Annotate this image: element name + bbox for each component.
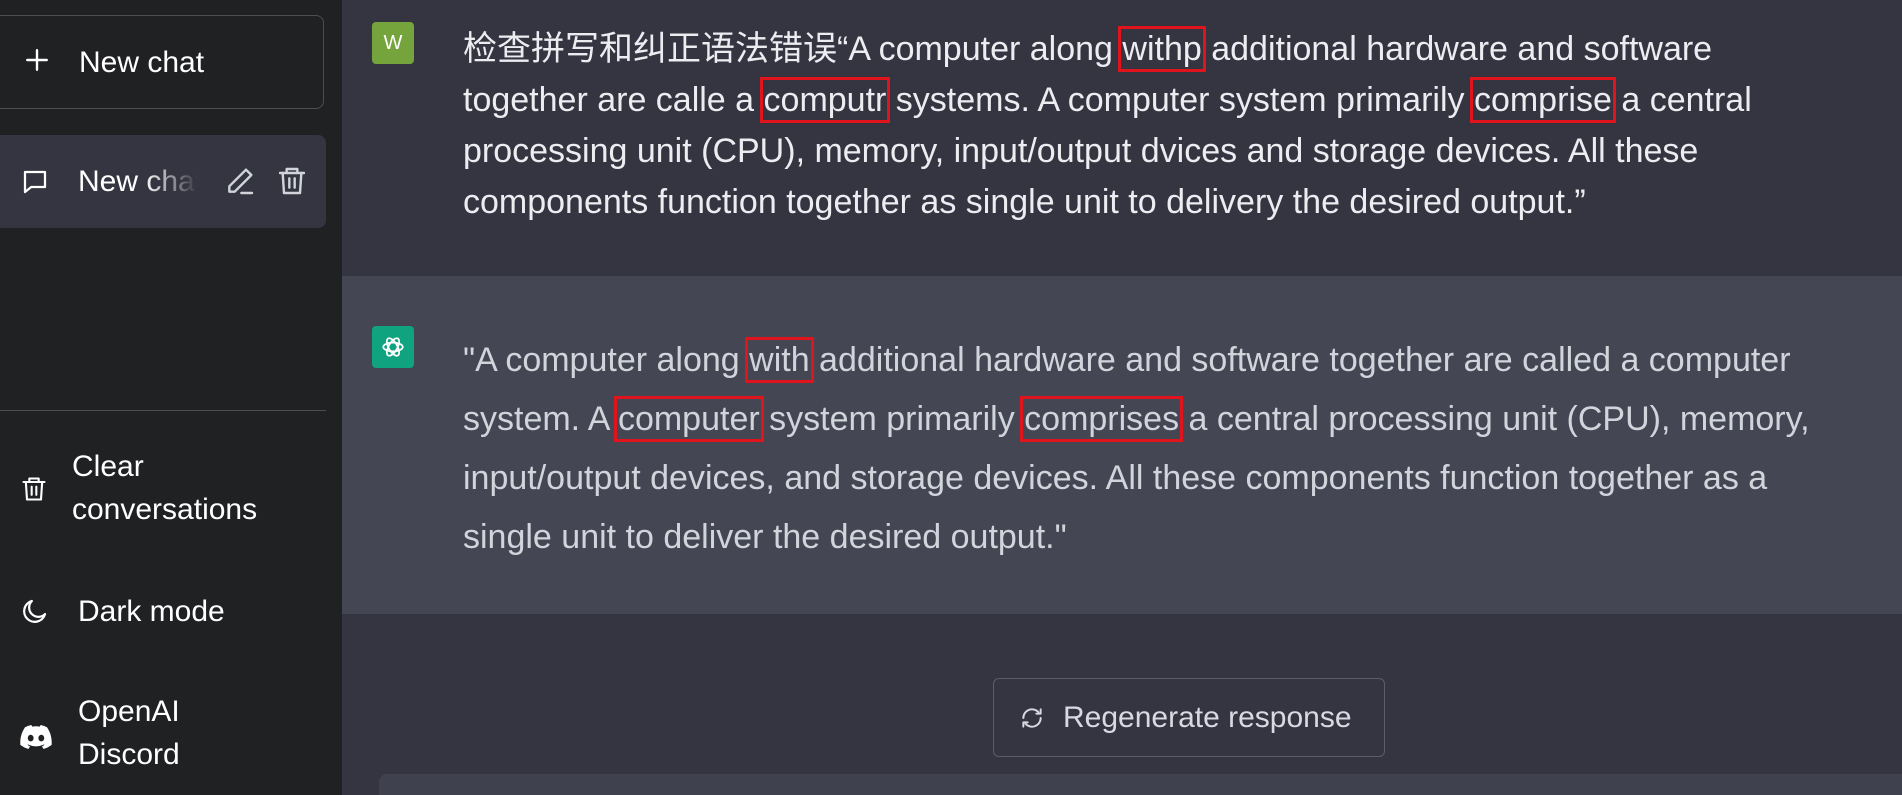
text-line: input/output devices, and storage device…: [463, 459, 1768, 497]
text-line: processing unit (CPU), memory, input/out…: [463, 132, 1699, 170]
user-avatar: W: [372, 22, 414, 64]
user-message-text: 检查拼写和纠正语法错误“A computer along withp addit…: [463, 24, 1752, 228]
new-chat-label: New chat: [79, 46, 205, 79]
message-input[interactable]: [379, 774, 1902, 795]
user-message: W 检查拼写和纠正语法错误“A computer along withp add…: [342, 0, 1902, 276]
refresh-icon: [1022, 708, 1042, 728]
discord-label: OpenAI Discord: [78, 695, 180, 771]
assistant-message-text: "A computer along with additional hardwa…: [463, 331, 1810, 567]
conversation-title: New chat: [78, 165, 198, 198]
edit-pencil-icon[interactable]: [224, 165, 256, 197]
text-line: together are calle a computr systems. A …: [463, 77, 1752, 123]
text-line: system. A computer system primarily comp…: [463, 396, 1810, 442]
conversation-pane: W 检查拼写和纠正语法错误“A computer along withp add…: [342, 0, 1902, 795]
moon-icon: [23, 599, 47, 623]
dark-mode-label: Dark mode: [78, 595, 225, 628]
chatgpt-logo-icon: [372, 326, 414, 368]
sidebar-divider: [0, 410, 326, 411]
text-line: components function together as single u…: [463, 183, 1586, 221]
regenerate-label: Regenerate response: [1063, 701, 1352, 734]
chat-app: New chat New chat Clear conversations Da…: [0, 0, 1902, 795]
text-line: single unit to deliver the desired outpu…: [463, 518, 1067, 556]
new-chat-button[interactable]: New chat: [0, 15, 324, 109]
plus-icon: [26, 49, 48, 71]
trash-icon: [22, 477, 46, 501]
assistant-message: "A computer along with additional hardwa…: [342, 276, 1902, 614]
clear-conversations-label: Clear conversations: [72, 450, 258, 526]
highlighted-word: computer: [613, 396, 764, 442]
highlighted-word: computr: [759, 77, 891, 123]
highlighted-word: withp: [1118, 26, 1206, 72]
discord-icon: [20, 725, 52, 749]
discord-link[interactable]: OpenAI Discord: [0, 690, 326, 785]
delete-trash-icon[interactable]: [276, 165, 308, 197]
text-line: "A computer along with additional hardwa…: [463, 337, 1791, 383]
text-line: 检查拼写和纠正语法错误“A computer along withp addit…: [463, 26, 1713, 72]
dark-mode-button[interactable]: Dark mode: [0, 588, 326, 634]
chat-bubble-icon: [23, 170, 47, 194]
highlighted-word: comprises: [1020, 396, 1184, 442]
conversation-item[interactable]: New chat: [0, 135, 326, 228]
sidebar: New chat New chat Clear conversations Da…: [0, 0, 342, 795]
regenerate-response-button[interactable]: Regenerate response: [993, 678, 1385, 757]
clear-conversations-button[interactable]: Clear conversations: [0, 445, 326, 540]
highlighted-word: comprise: [1469, 77, 1616, 123]
highlighted-word: with: [745, 337, 814, 383]
